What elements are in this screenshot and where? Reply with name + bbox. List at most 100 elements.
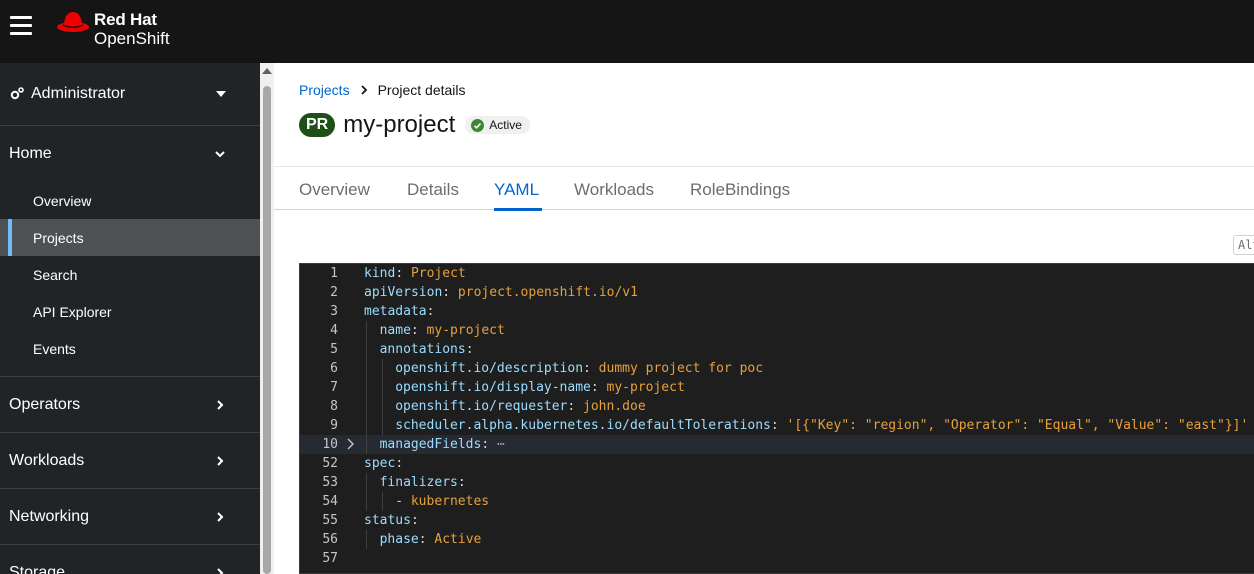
editor-line[interactable]: 55 status: [300, 511, 1254, 530]
main-content: Projects Project details PR my-project A… [274, 63, 1254, 574]
nav-section-label: Networking [9, 507, 90, 525]
editor-line[interactable]: 57 [300, 549, 1254, 568]
nav-section-label: Operators [9, 395, 81, 413]
chevron-right-icon [217, 511, 224, 522]
indent-guide [366, 473, 367, 492]
code-text: metadata: [364, 304, 435, 319]
editor-line[interactable]: 6 openshift.io/description: dummy project… [300, 359, 1254, 378]
indent-guide [366, 359, 367, 378]
code-text: openshift.io/display-name: my-project [395, 380, 685, 395]
page-title: my-project [343, 111, 456, 138]
nav-section-storage[interactable]: Storage [0, 545, 260, 574]
check-circle-icon [471, 118, 485, 132]
scrollbar-thumb[interactable] [263, 86, 271, 574]
status-badge: Active [465, 116, 530, 134]
editor-line[interactable]: 7 openshift.io/display-name: my-project [300, 378, 1254, 397]
code-text: finalizers: [379, 475, 466, 490]
line-number: 5 [330, 342, 338, 357]
indent-guide [366, 340, 367, 359]
line-number: 6 [330, 361, 338, 376]
editor-line[interactable]: 1 kind: Project [300, 264, 1254, 283]
code-text: kind: Project [364, 266, 466, 281]
line-number: 54 [322, 494, 338, 509]
perspective-label: Administrator [31, 85, 126, 102]
cogs-icon [10, 87, 24, 100]
sidebar-item-api-explorer[interactable]: API Explorer [0, 293, 260, 330]
editor-line[interactable]: 52 spec: [300, 454, 1254, 473]
breadcrumb-projects-link[interactable]: Projects [299, 82, 350, 98]
caret-down-icon [216, 91, 226, 97]
sidebar-item-events[interactable]: Events [0, 330, 260, 367]
sidebar-item-search[interactable]: Search [0, 256, 260, 293]
editor-line[interactable]: 4 name: my-project [300, 321, 1254, 340]
nav-section-label: Workloads [9, 451, 85, 469]
code-text: openshift.io/description: dummy project … [395, 361, 764, 376]
line-number: 3 [330, 304, 338, 319]
indent-guide [366, 435, 367, 454]
tab-overview[interactable]: Overview [299, 180, 370, 200]
editor-line[interactable]: 9 scheduler.alpha.kubernetes.io/defaultTo… [300, 416, 1254, 435]
code-text: spec: [364, 456, 404, 471]
line-number: 10 [322, 437, 338, 452]
editor-line[interactable]: 3 metadata: [300, 302, 1254, 321]
status-text: Active [489, 118, 522, 132]
sidebar-item-projects[interactable]: Projects [0, 219, 260, 256]
resource-badge: PR [299, 113, 336, 137]
line-number: 52 [322, 456, 338, 471]
brand-line-1: Red Hat [94, 10, 157, 29]
code-text: phase: Active [379, 532, 482, 547]
editor-line[interactable]: 10 managedFields: ⋯ [300, 435, 1254, 454]
nav-section-home[interactable]: Home [0, 126, 260, 182]
indent-guide [381, 416, 383, 435]
line-number: 1 [330, 266, 338, 281]
line-number: 55 [322, 513, 338, 528]
line-number: 4 [330, 323, 338, 338]
chevron-right-icon [217, 567, 224, 574]
editor-line[interactable]: 54 - kubernetes [300, 492, 1254, 511]
indent-guide [366, 321, 367, 340]
nav-section-networking[interactable]: Networking [0, 489, 260, 545]
editor-line[interactable]: 2 apiVersion: project.openshift.io/v1 [300, 283, 1254, 302]
brand-line-2: OpenShift [94, 29, 170, 48]
code-text: status: [364, 513, 419, 528]
redhat-logo-icon[interactable] [56, 8, 90, 34]
editor-line[interactable]: 8 openshift.io/requester: john.doe [300, 397, 1254, 416]
fold-chevron-icon[interactable] [347, 438, 355, 450]
active-tab-indicator [494, 208, 542, 211]
sidebar: Administrator Home Overview Projects Sea… [0, 63, 260, 574]
chevron-down-icon [215, 151, 225, 158]
indent-guide [381, 378, 383, 397]
breadcrumb-current: Project details [377, 82, 466, 98]
perspective-switcher[interactable]: Administrator [0, 63, 260, 126]
nav-section-operators[interactable]: Operators [0, 377, 260, 433]
keyboard-shortcut-hint: Alt [1233, 235, 1254, 255]
page-title-row: PR my-project Active [299, 111, 530, 139]
nav-section-workloads[interactable]: Workloads [0, 433, 260, 489]
code-text: - kubernetes [395, 494, 490, 509]
line-number: 9 [330, 418, 338, 433]
line-number: 56 [322, 532, 338, 547]
indent-guide [381, 492, 383, 511]
code-text: openshift.io/requester: john.doe [395, 399, 646, 414]
indent-guide [366, 530, 367, 549]
scroll-up-arrow-icon[interactable] [262, 68, 272, 74]
editor-line[interactable]: 5 annotations: [300, 340, 1254, 359]
tab-workloads[interactable]: Workloads [574, 180, 654, 200]
sidebar-item-overview[interactable]: Overview [0, 182, 260, 219]
code-text: scheduler.alpha.kubernetes.io/defaultTol… [395, 418, 1249, 433]
product-logo[interactable]: Red Hat OpenShift [94, 10, 170, 48]
editor-line[interactable]: 56 phase: Active [300, 530, 1254, 549]
tab-yaml[interactable]: YAML [494, 180, 539, 200]
tab-details[interactable]: Details [407, 180, 459, 200]
chevron-right-icon [217, 399, 224, 410]
home-subnav: Overview Projects Search API Explorer Ev… [0, 182, 260, 377]
yaml-editor[interactable]: 1 kind: Project 2 apiVersion: project.opens… [299, 263, 1254, 574]
nav-section-label: Home [9, 145, 52, 162]
indent-guide [366, 378, 367, 397]
editor-line[interactable]: 53 finalizers: [300, 473, 1254, 492]
tab-rolebindings[interactable]: RoleBindings [690, 180, 790, 200]
hamburger-menu-icon[interactable] [10, 16, 32, 36]
breadcrumb-separator-icon [360, 85, 367, 95]
code-text: managedFields: ⋯ [379, 437, 505, 452]
line-number: 8 [330, 399, 338, 414]
